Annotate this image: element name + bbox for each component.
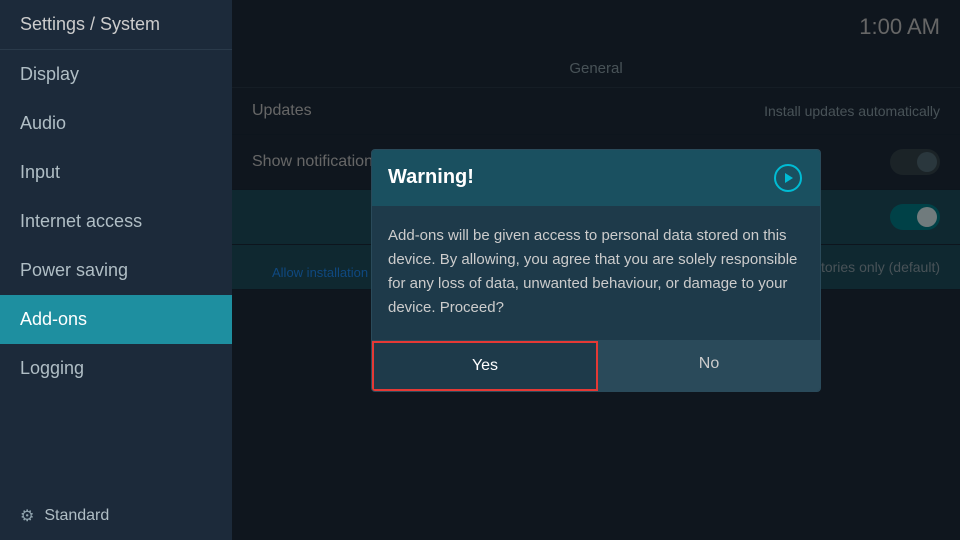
sidebar-title: Settings / System (20, 14, 160, 34)
sidebar-item-label: Display (20, 64, 79, 85)
sidebar-item-label: Add-ons (20, 309, 87, 330)
dialog-header: Warning! (372, 150, 820, 206)
dialog-body: Add-ons will be given access to personal… (372, 206, 820, 340)
sidebar-item-audio[interactable]: Audio (0, 99, 232, 148)
main-content: 1:00 AM General Updates Install updates … (232, 0, 960, 540)
dialog-footer: Yes No (372, 340, 820, 391)
sidebar-item-label: Logging (20, 358, 84, 379)
gear-icon: ⚙ (20, 506, 34, 526)
sidebar-item-logging[interactable]: Logging (0, 344, 232, 393)
sidebar-bottom: ⚙ Standard (0, 492, 232, 540)
yes-label: Yes (472, 357, 498, 374)
sidebar-item-power-saving[interactable]: Power saving (0, 246, 232, 295)
sidebar: Settings / System Display Audio Input In… (0, 0, 232, 540)
dialog-yes-button[interactable]: Yes (372, 341, 598, 391)
sidebar-item-display[interactable]: Display (0, 50, 232, 99)
dialog-message: Add-ons will be given access to personal… (388, 227, 797, 316)
kodi-logo-inner (774, 164, 802, 192)
sidebar-standard-label: Standard (44, 507, 109, 525)
no-label: No (699, 355, 719, 372)
sidebar-item-input[interactable]: Input (0, 148, 232, 197)
sidebar-header: Settings / System (0, 0, 232, 50)
kodi-logo (772, 162, 804, 194)
dialog-title: Warning! (388, 166, 474, 189)
warning-dialog: Warning! Add-ons will be given access to… (371, 149, 821, 392)
sidebar-item-label: Power saving (20, 260, 128, 281)
sidebar-item-add-ons[interactable]: Add-ons (0, 295, 232, 344)
sidebar-nav: Settings / System Display Audio Input In… (0, 0, 232, 393)
sidebar-item-label: Internet access (20, 211, 142, 232)
sidebar-item-label: Audio (20, 113, 66, 134)
sidebar-item-label: Input (20, 162, 60, 183)
sidebar-item-internet-access[interactable]: Internet access (0, 197, 232, 246)
dialog-overlay: Warning! Add-ons will be given access to… (232, 0, 960, 540)
dialog-no-button[interactable]: No (598, 341, 820, 391)
